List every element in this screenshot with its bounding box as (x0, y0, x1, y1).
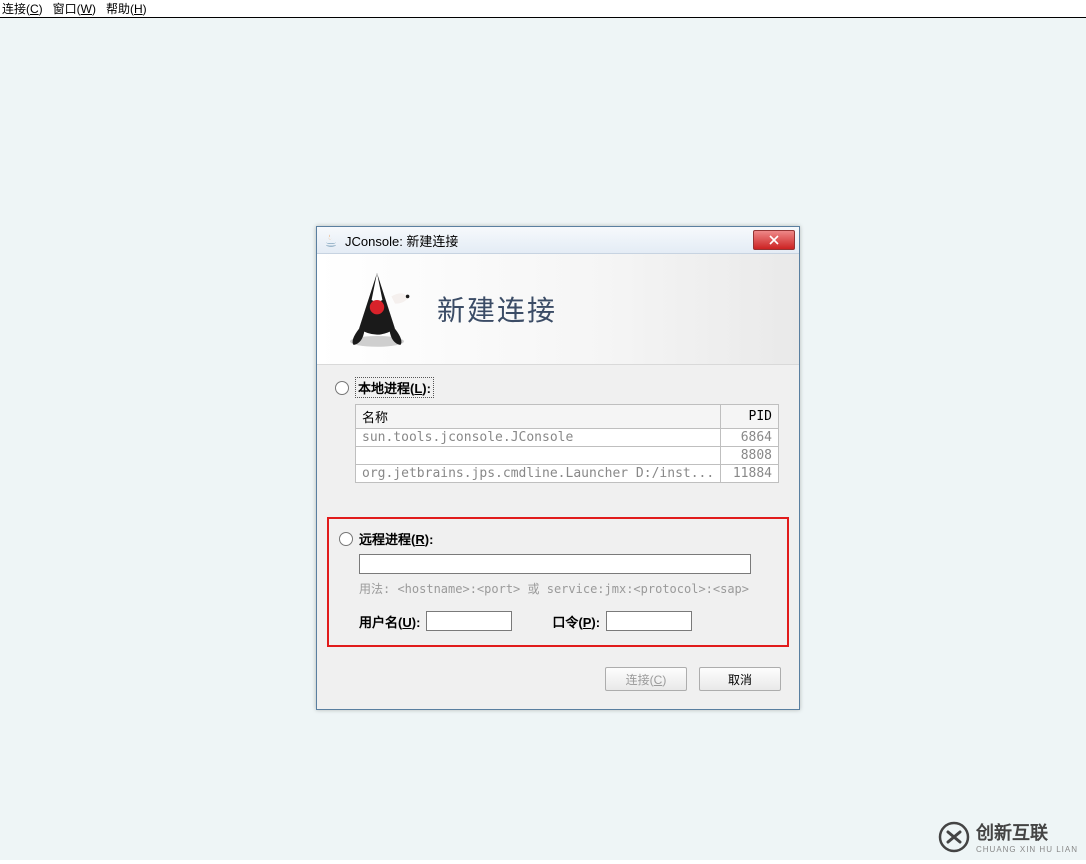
local-process-table[interactable]: 名称 PID sun.tools.jconsole.JConsole 6864 … (355, 404, 779, 483)
brand-watermark: 创新互联 CHUANG XIN HU LIAN (938, 819, 1078, 854)
remote-usage-hint: 用法: <hostname>:<port> 或 service:jmx:<pro… (359, 580, 777, 597)
cell-name (356, 447, 721, 465)
new-connection-dialog: JConsole: 新建连接 (316, 226, 800, 710)
dialog-body: 新建连接 本地进程(L): 名称 PID (317, 254, 799, 709)
cell-pid: 6864 (721, 429, 779, 447)
remote-process-radio[interactable] (339, 532, 353, 546)
brand-sub: CHUANG XIN HU LIAN (976, 845, 1078, 854)
connect-button[interactable]: 连接(C) (605, 667, 687, 691)
password-input[interactable] (606, 611, 692, 631)
dialog-button-row: 连接(C) 取消 (317, 657, 799, 709)
dialog-title: JConsole: 新建连接 (345, 231, 753, 250)
menu-window[interactable]: 窗口(W) (53, 0, 96, 17)
table-row[interactable]: org.jetbrains.jps.cmdline.Launcher D:/in… (356, 465, 779, 483)
username-label: 用户名(U): (359, 612, 420, 631)
local-process-section: 本地进程(L): 名称 PID sun.tools.jconsole.JCons… (317, 365, 799, 489)
col-pid[interactable]: PID (721, 405, 779, 429)
local-process-radio-row[interactable]: 本地进程(L): (335, 377, 781, 398)
table-row[interactable]: 8808 (356, 447, 779, 465)
menu-help[interactable]: 帮助(H) (106, 0, 147, 17)
cancel-button[interactable]: 取消 (699, 667, 781, 691)
table-row[interactable]: sun.tools.jconsole.JConsole 6864 (356, 429, 779, 447)
password-label: 口令(P): (552, 612, 600, 631)
local-process-label: 本地进程(L): (355, 377, 434, 398)
dialog-banner: 新建连接 (317, 254, 799, 365)
duke-mascot-icon (317, 254, 437, 364)
local-process-radio[interactable] (335, 381, 349, 395)
close-button[interactable] (753, 230, 795, 250)
username-input[interactable] (426, 611, 512, 631)
cell-name: sun.tools.jconsole.JConsole (356, 429, 721, 447)
workspace: JConsole: 新建连接 (0, 18, 1086, 860)
credentials-row: 用户名(U): 口令(P): (359, 611, 777, 631)
brand-logo-icon (938, 821, 970, 853)
java-icon (323, 232, 339, 248)
brand-name: 创新互联 (976, 823, 1048, 843)
dialog-title-bar[interactable]: JConsole: 新建连接 (317, 227, 799, 254)
cell-pid: 8808 (721, 447, 779, 465)
cell-name: org.jetbrains.jps.cmdline.Launcher D:/in… (356, 465, 721, 483)
remote-address-input[interactable] (359, 554, 751, 574)
dialog-heading: 新建连接 (437, 289, 557, 329)
table-header-row: 名称 PID (356, 405, 779, 429)
remote-process-radio-row[interactable]: 远程进程(R): (339, 529, 777, 548)
remote-process-section: 远程进程(R): 用法: <hostname>:<port> 或 service… (327, 517, 789, 647)
cell-pid: 11884 (721, 465, 779, 483)
col-name[interactable]: 名称 (356, 405, 721, 429)
remote-process-label: 远程进程(R): (359, 529, 433, 548)
menu-connect[interactable]: 连接(C) (2, 0, 43, 17)
menu-bar: 连接(C) 窗口(W) 帮助(H) (0, 0, 1086, 18)
